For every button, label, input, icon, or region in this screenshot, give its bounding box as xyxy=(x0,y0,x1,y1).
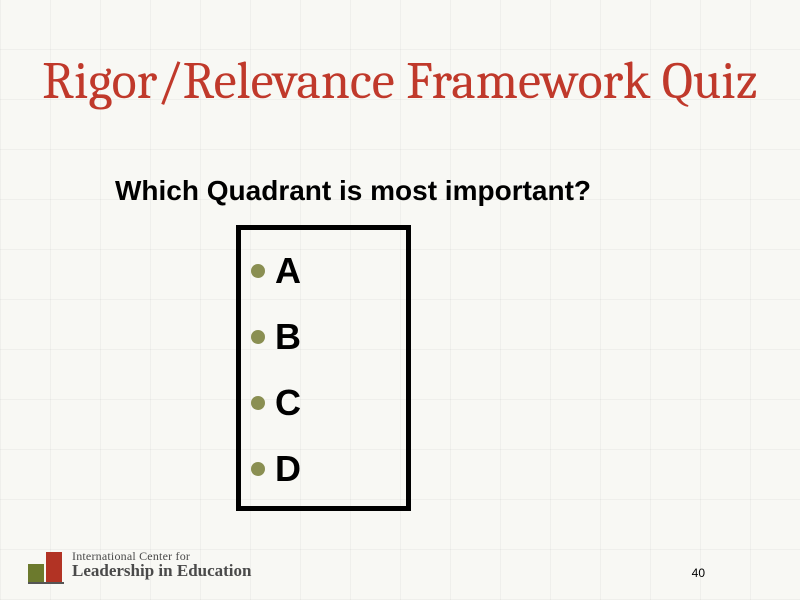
bullet-icon xyxy=(251,264,265,278)
footer-logo: International Center for Leadership in E… xyxy=(28,546,252,582)
option-c[interactable]: C xyxy=(241,370,406,436)
bullet-icon xyxy=(251,462,265,476)
quiz-question: Which Quadrant is most important? xyxy=(115,175,591,207)
option-b[interactable]: B xyxy=(241,304,406,370)
logo-mark-icon xyxy=(28,546,64,582)
option-label: A xyxy=(275,250,301,292)
logo-line1: International Center for xyxy=(72,550,252,562)
page-number: 40 xyxy=(692,566,705,580)
option-label: C xyxy=(275,382,301,424)
options-box: A B C D xyxy=(236,225,411,511)
bullet-icon xyxy=(251,396,265,410)
logo-line2: Leadership in Education xyxy=(72,562,252,579)
option-d[interactable]: D xyxy=(241,436,406,502)
logo-text: International Center for Leadership in E… xyxy=(72,550,252,579)
slide: Rigor/Relevance Framework Quiz Which Qua… xyxy=(0,0,800,600)
slide-title: Rigor/Relevance Framework Quiz xyxy=(0,54,800,109)
option-label: B xyxy=(275,316,301,358)
bullet-icon xyxy=(251,330,265,344)
option-a[interactable]: A xyxy=(241,238,406,304)
option-label: D xyxy=(275,448,301,490)
